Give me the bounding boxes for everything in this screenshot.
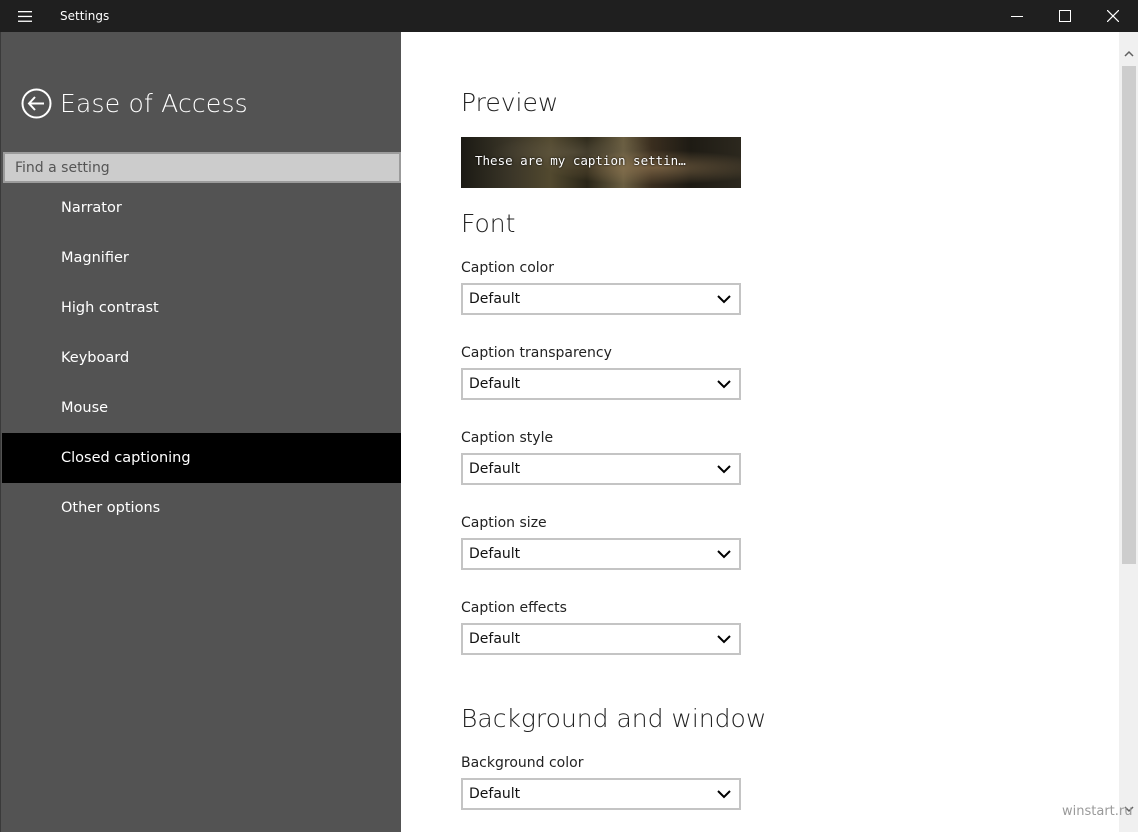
dropdown-value: Default [469,546,521,562]
sidebar-item-label: Narrator [61,200,122,216]
title-bar: Settings [0,0,1138,32]
watermark: winstart.ru [1062,804,1133,819]
close-icon [1107,10,1119,22]
background-heading: Background and window [461,704,767,733]
minimize-button[interactable] [993,0,1041,32]
caption-transparency-dropdown[interactable]: Default [461,368,741,400]
caption-size-label: Caption size [461,515,547,531]
sidebar-item-keyboard[interactable]: Keyboard [2,333,401,383]
vertical-scrollbar[interactable] [1119,32,1138,832]
sidebar-item-mouse[interactable]: Mouse [2,383,401,433]
dropdown-value: Default [469,376,521,392]
scroll-up-icon[interactable] [1119,46,1138,60]
caption-style-dropdown[interactable]: Default [461,453,741,485]
caption-preview: These are my caption settin… [461,137,741,188]
dropdown-value: Default [469,291,521,307]
back-arrow-icon[interactable] [21,88,52,119]
search-input[interactable]: Find a setting [3,152,401,183]
sidebar-item-label: Other options [61,500,161,516]
sidebar-item-closed-captioning[interactable]: Closed captioning [2,433,401,483]
sidebar-item-high-contrast[interactable]: High contrast [2,283,401,333]
caption-effects-dropdown[interactable]: Default [461,623,741,655]
chevron-down-icon [717,465,731,474]
background-color-label: Background color [461,755,584,771]
sidebar-item-narrator[interactable]: Narrator [2,183,401,233]
chevron-down-icon [717,790,731,799]
dropdown-value: Default [469,631,521,647]
window-title: Settings [60,9,110,23]
preview-caption-text: These are my caption settin… [475,153,686,168]
sidebar: Ease of Access Find a setting Narrator M… [0,32,401,832]
caption-color-dropdown[interactable]: Default [461,283,741,315]
sidebar-item-label: Mouse [61,400,109,416]
close-button[interactable] [1089,0,1137,32]
caption-size-dropdown[interactable]: Default [461,538,741,570]
sidebar-item-label: Keyboard [61,350,130,366]
chevron-down-icon [717,550,731,559]
sidebar-item-magnifier[interactable]: Magnifier [2,233,401,283]
main-content: Preview These are my caption settin… Fon… [401,32,1119,832]
caption-style-label: Caption style [461,430,554,446]
section-title: Ease of Access [60,88,248,118]
sidebar-item-other-options[interactable]: Other options [2,483,401,533]
sidebar-item-label: High contrast [61,300,159,316]
preview-heading: Preview [461,88,559,117]
font-heading: Font [461,209,516,238]
hamburger-icon[interactable] [0,0,50,32]
maximize-button[interactable] [1041,0,1089,32]
minimize-icon [1011,16,1023,17]
caption-effects-label: Caption effects [461,600,567,616]
back-row: Ease of Access [21,86,248,120]
chevron-down-icon [717,635,731,644]
maximize-icon [1059,10,1071,22]
background-color-dropdown[interactable]: Default [461,778,741,810]
sidebar-item-label: Magnifier [61,250,129,266]
sidebar-item-label: Closed captioning [61,450,191,466]
dropdown-value: Default [469,461,521,477]
caption-color-label: Caption color [461,260,554,276]
chevron-down-icon [717,295,731,304]
caption-transparency-label: Caption transparency [461,345,612,361]
chevron-down-icon [717,380,731,389]
dropdown-value: Default [469,786,521,802]
scroll-thumb[interactable] [1122,66,1136,564]
